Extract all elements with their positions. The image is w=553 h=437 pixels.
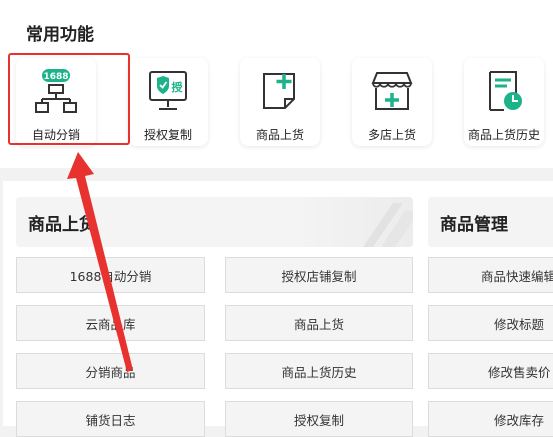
highlight-box	[8, 53, 130, 145]
product-upload-icon	[263, 73, 295, 109]
btn-1688-auto-distribution[interactable]: 1688自动分销	[16, 257, 205, 293]
card-label: 多店上货	[367, 128, 416, 142]
panel-title: 商品管理	[440, 215, 508, 235]
btn-authorize-copy[interactable]: 授权复制	[225, 401, 413, 437]
multi-store-icon	[371, 72, 413, 110]
btn-upload-history[interactable]: 商品上货历史	[225, 353, 413, 389]
card-label: 商品上货	[255, 128, 304, 142]
btn-authorize-store-copy[interactable]: 授权店铺复制	[225, 257, 413, 293]
common-functions-section: 常用功能 1688 自动分销 授 授权复制 商品上货 多店上货 商品上货历史	[0, 0, 553, 168]
btn-edit-price[interactable]: 修改售卖价	[428, 353, 553, 389]
section-title: 常用功能	[26, 25, 94, 45]
card-label: 商品上货历史	[467, 128, 540, 142]
card-multi-store[interactable]: 多店上货	[352, 58, 432, 146]
card-upload-history[interactable]: 商品上货历史	[464, 58, 544, 146]
btn-distribution-log[interactable]: 铺货日志	[16, 401, 205, 437]
btn-edit-stock[interactable]: 修改库存	[428, 401, 553, 437]
panel-title: 商品上货	[28, 215, 96, 235]
decor-stripes-icon	[363, 203, 413, 247]
btn-distribution-products[interactable]: 分销商品	[16, 353, 205, 389]
badge-authorize: 授	[172, 80, 184, 94]
upload-history-icon	[489, 71, 522, 111]
authorize-copy-icon: 授	[149, 71, 187, 110]
card-product-upload[interactable]: 商品上货	[240, 58, 320, 146]
card-label: 授权复制	[143, 128, 192, 142]
panel-header-manage: 商品管理	[428, 197, 553, 247]
card-authorize-copy[interactable]: 授 授权复制	[128, 58, 208, 146]
btn-edit-title[interactable]: 修改标题	[428, 305, 553, 341]
panel-header-upload: 商品上货	[16, 197, 413, 247]
btn-product-upload[interactable]: 商品上货	[225, 305, 413, 341]
btn-quick-edit[interactable]: 商品快速编辑	[428, 257, 553, 293]
btn-cloud-product-library[interactable]: 云商品库	[16, 305, 205, 341]
